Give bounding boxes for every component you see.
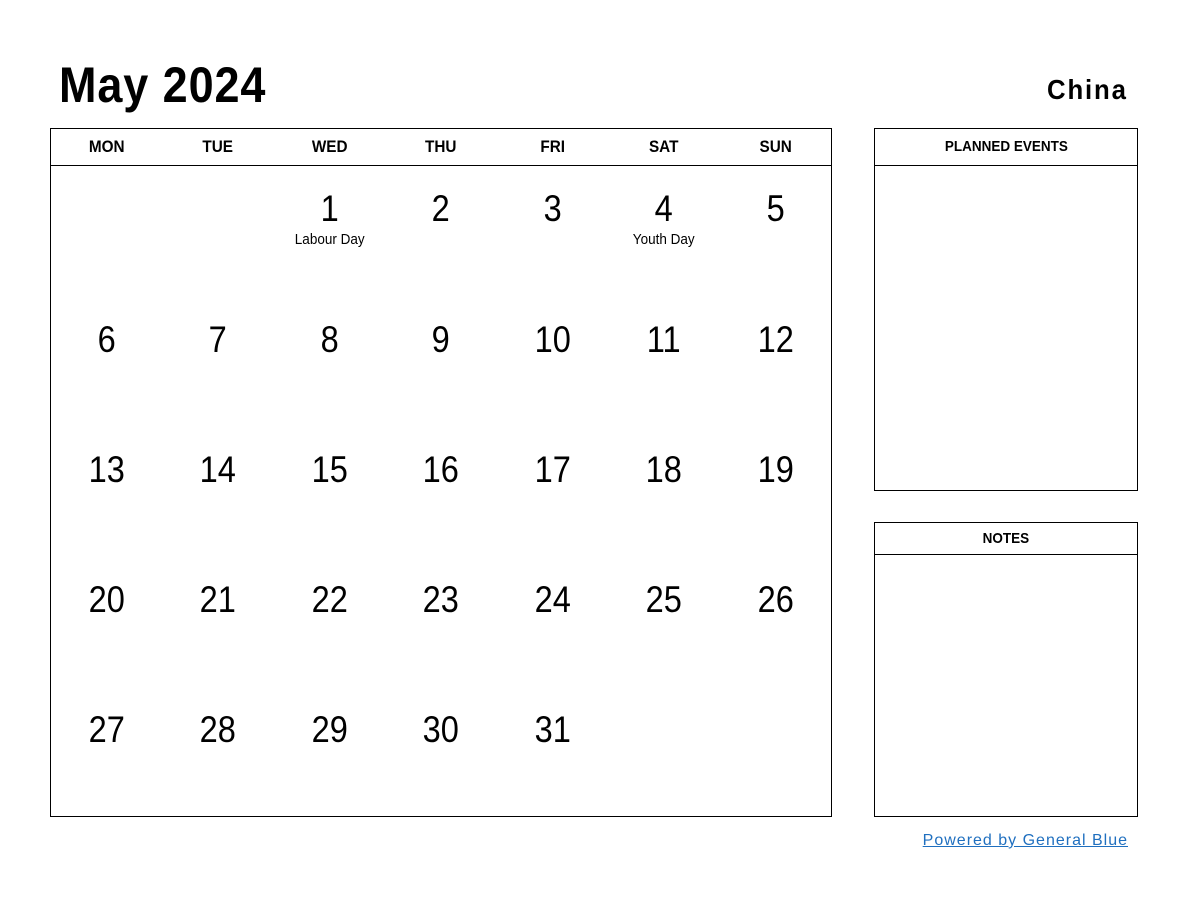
day-number: 13 [88,449,125,490]
day-cell: 24 [497,557,608,687]
day-number: 25 [645,579,682,620]
calendar-grid: MON TUE WED THU FRI SAT SUN 1 Labour Day 2… [50,128,832,817]
calendar-week: 13 14 15 16 17 18 19 [51,427,831,557]
day-number: 2 [431,188,451,229]
notes-title: NOTES [982,530,1030,547]
day-cell: 12 [720,297,831,427]
day-number: 10 [534,319,571,360]
day-number: 30 [422,709,460,750]
day-number: 12 [757,319,794,360]
weekday-mon: MON [88,137,125,156]
planned-events-header: PLANNED EVENTS [875,129,1137,166]
day-cell: 21 [162,557,273,687]
day-number: 26 [757,579,794,620]
day-cell: 3 [497,166,608,297]
day-cell: 19 [720,427,831,557]
notes-panel: NOTES [874,522,1138,817]
holiday-label: Labour Day [294,231,365,248]
day-number: 15 [311,449,348,490]
weekday-tue: TUE [202,137,234,156]
day-cell: 5 [720,166,831,297]
day-number: 11 [646,319,681,360]
day-number: 19 [757,449,794,490]
day-number: 20 [88,579,125,620]
day-number: 22 [311,579,348,620]
day-cell: 20 [51,557,162,687]
day-number: 24 [534,579,571,620]
day-cell: 14 [162,427,273,557]
day-number: 3 [543,188,562,229]
day-cell: 9 [385,297,496,427]
planned-events-panel: PLANNED EVENTS [874,128,1138,491]
weekday-header: MON TUE WED THU FRI SAT SUN [51,129,831,166]
day-number: 18 [645,449,682,490]
day-cell: 13 [51,427,162,557]
day-cell: 27 [51,687,162,817]
day-cell: 6 [51,297,162,427]
notes-header: NOTES [875,523,1137,555]
day-cell: 1 Labour Day [274,166,385,297]
day-cell: 28 [162,687,273,817]
weekday-thu: THU [425,137,457,156]
weekday-sun: SUN [759,137,792,156]
day-number: 9 [431,319,451,360]
day-number: 21 [200,579,237,620]
day-cell: 4 Youth Day [608,166,719,297]
calendar-week: 1 Labour Day 2 3 4 Youth Day 5 [51,166,831,297]
day-cell: 16 [385,427,496,557]
day-cell: 26 [720,557,831,687]
day-number: 28 [200,709,237,750]
empty-day-cell [51,166,162,297]
day-cell: 23 [385,557,496,687]
country-label: China [1047,74,1128,105]
day-cell: 31 [497,687,608,817]
calendar-week: 27 28 29 30 31 [51,687,831,817]
weekday-wed: WED [311,137,348,156]
calendar-week: 6 7 8 9 10 11 12 [51,297,831,427]
day-cell: 7 [162,297,273,427]
day-number: 17 [534,449,571,490]
day-cell: 29 [274,687,385,817]
planned-events-title: PLANNED EVENTS [944,138,1068,155]
day-cell: 2 [385,166,496,297]
day-cell: 11 [608,297,719,427]
day-number: 27 [88,709,125,750]
day-cell: 22 [274,557,385,687]
empty-day-cell [162,166,273,297]
day-number: 16 [422,449,460,490]
day-number: 14 [200,449,237,490]
page-title: May 2024 [59,57,267,113]
empty-day-cell [720,687,831,817]
calendar-week: 20 21 22 23 24 25 26 [51,557,831,687]
day-number: 31 [534,709,571,750]
day-cell: 17 [497,427,608,557]
day-cell: 25 [608,557,719,687]
day-number: 6 [97,319,116,360]
day-cell: 15 [274,427,385,557]
day-cell: 8 [274,297,385,427]
day-number: 4 [654,188,673,229]
calendar-weeks: 1 Labour Day 2 3 4 Youth Day 5 6 7 8 9 10 11 12 13 14 15… [51,166,831,817]
day-number: 23 [422,579,460,620]
day-number: 29 [311,709,348,750]
day-cell: 18 [608,427,719,557]
empty-day-cell [608,687,719,817]
day-cell: 10 [497,297,608,427]
powered-by-link[interactable]: Powered by General Blue [923,832,1128,850]
day-number: 8 [320,319,339,360]
day-number: 7 [209,319,228,360]
day-number: 5 [766,188,785,229]
weekday-sat: SAT [649,137,679,156]
day-cell: 30 [385,687,496,817]
holiday-label: Youth Day [632,231,695,248]
weekday-fri: FRI [540,137,565,156]
day-number: 1 [320,188,339,229]
